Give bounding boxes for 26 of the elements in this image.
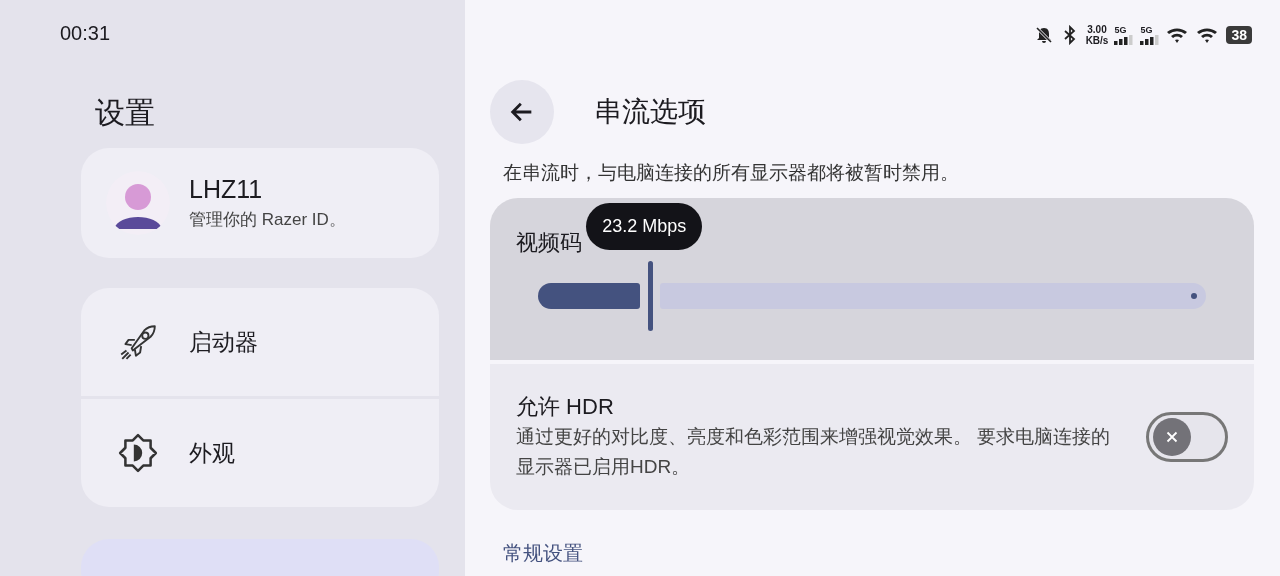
hdr-toggle[interactable] [1146, 412, 1228, 462]
signal-icon [1140, 35, 1161, 45]
sidebar-item[interactable]: 启动器 [81, 288, 439, 396]
brightness-icon [117, 432, 159, 474]
settings-title: 设置 [95, 95, 156, 131]
account-card[interactable]: LHZ11 管理你的 Razer ID。 [81, 148, 439, 258]
track-end-dot [1191, 293, 1197, 299]
value-tooltip: 23.2 Mbps [586, 203, 703, 250]
network-speed: 3.00 [1087, 24, 1107, 35]
account-subtitle: 管理你的 Razer ID。 [189, 209, 346, 231]
page-description: 在串流时，与电脑连接的所有显示器都将被暂时禁用。 [503, 161, 960, 185]
network-type: 5G [1140, 25, 1153, 35]
page-title: 串流选项 [594, 95, 706, 129]
bell-off-icon [1033, 25, 1054, 45]
network-speed-unit: KB/s [1085, 35, 1109, 46]
status-time: 00:31 [60, 22, 112, 45]
setting-label: 允许 HDR [516, 393, 615, 421]
signal-icon [1114, 35, 1135, 45]
setting-description: 通过更好的对比度、亮度和色彩范围来增强视觉效果。 要求电脑连接的显示器已启用HDR。 [516, 425, 1112, 479]
account-name: LHZ11 [189, 175, 264, 204]
slider-thumb[interactable] [648, 261, 654, 331]
battery-level: 38 [1226, 26, 1252, 44]
setting-label: 视频码 [516, 229, 583, 257]
section-header: 常规设置 [503, 541, 584, 566]
network-type: 5G [1114, 25, 1127, 35]
sidebar-item[interactable]: 外观 [81, 399, 439, 507]
